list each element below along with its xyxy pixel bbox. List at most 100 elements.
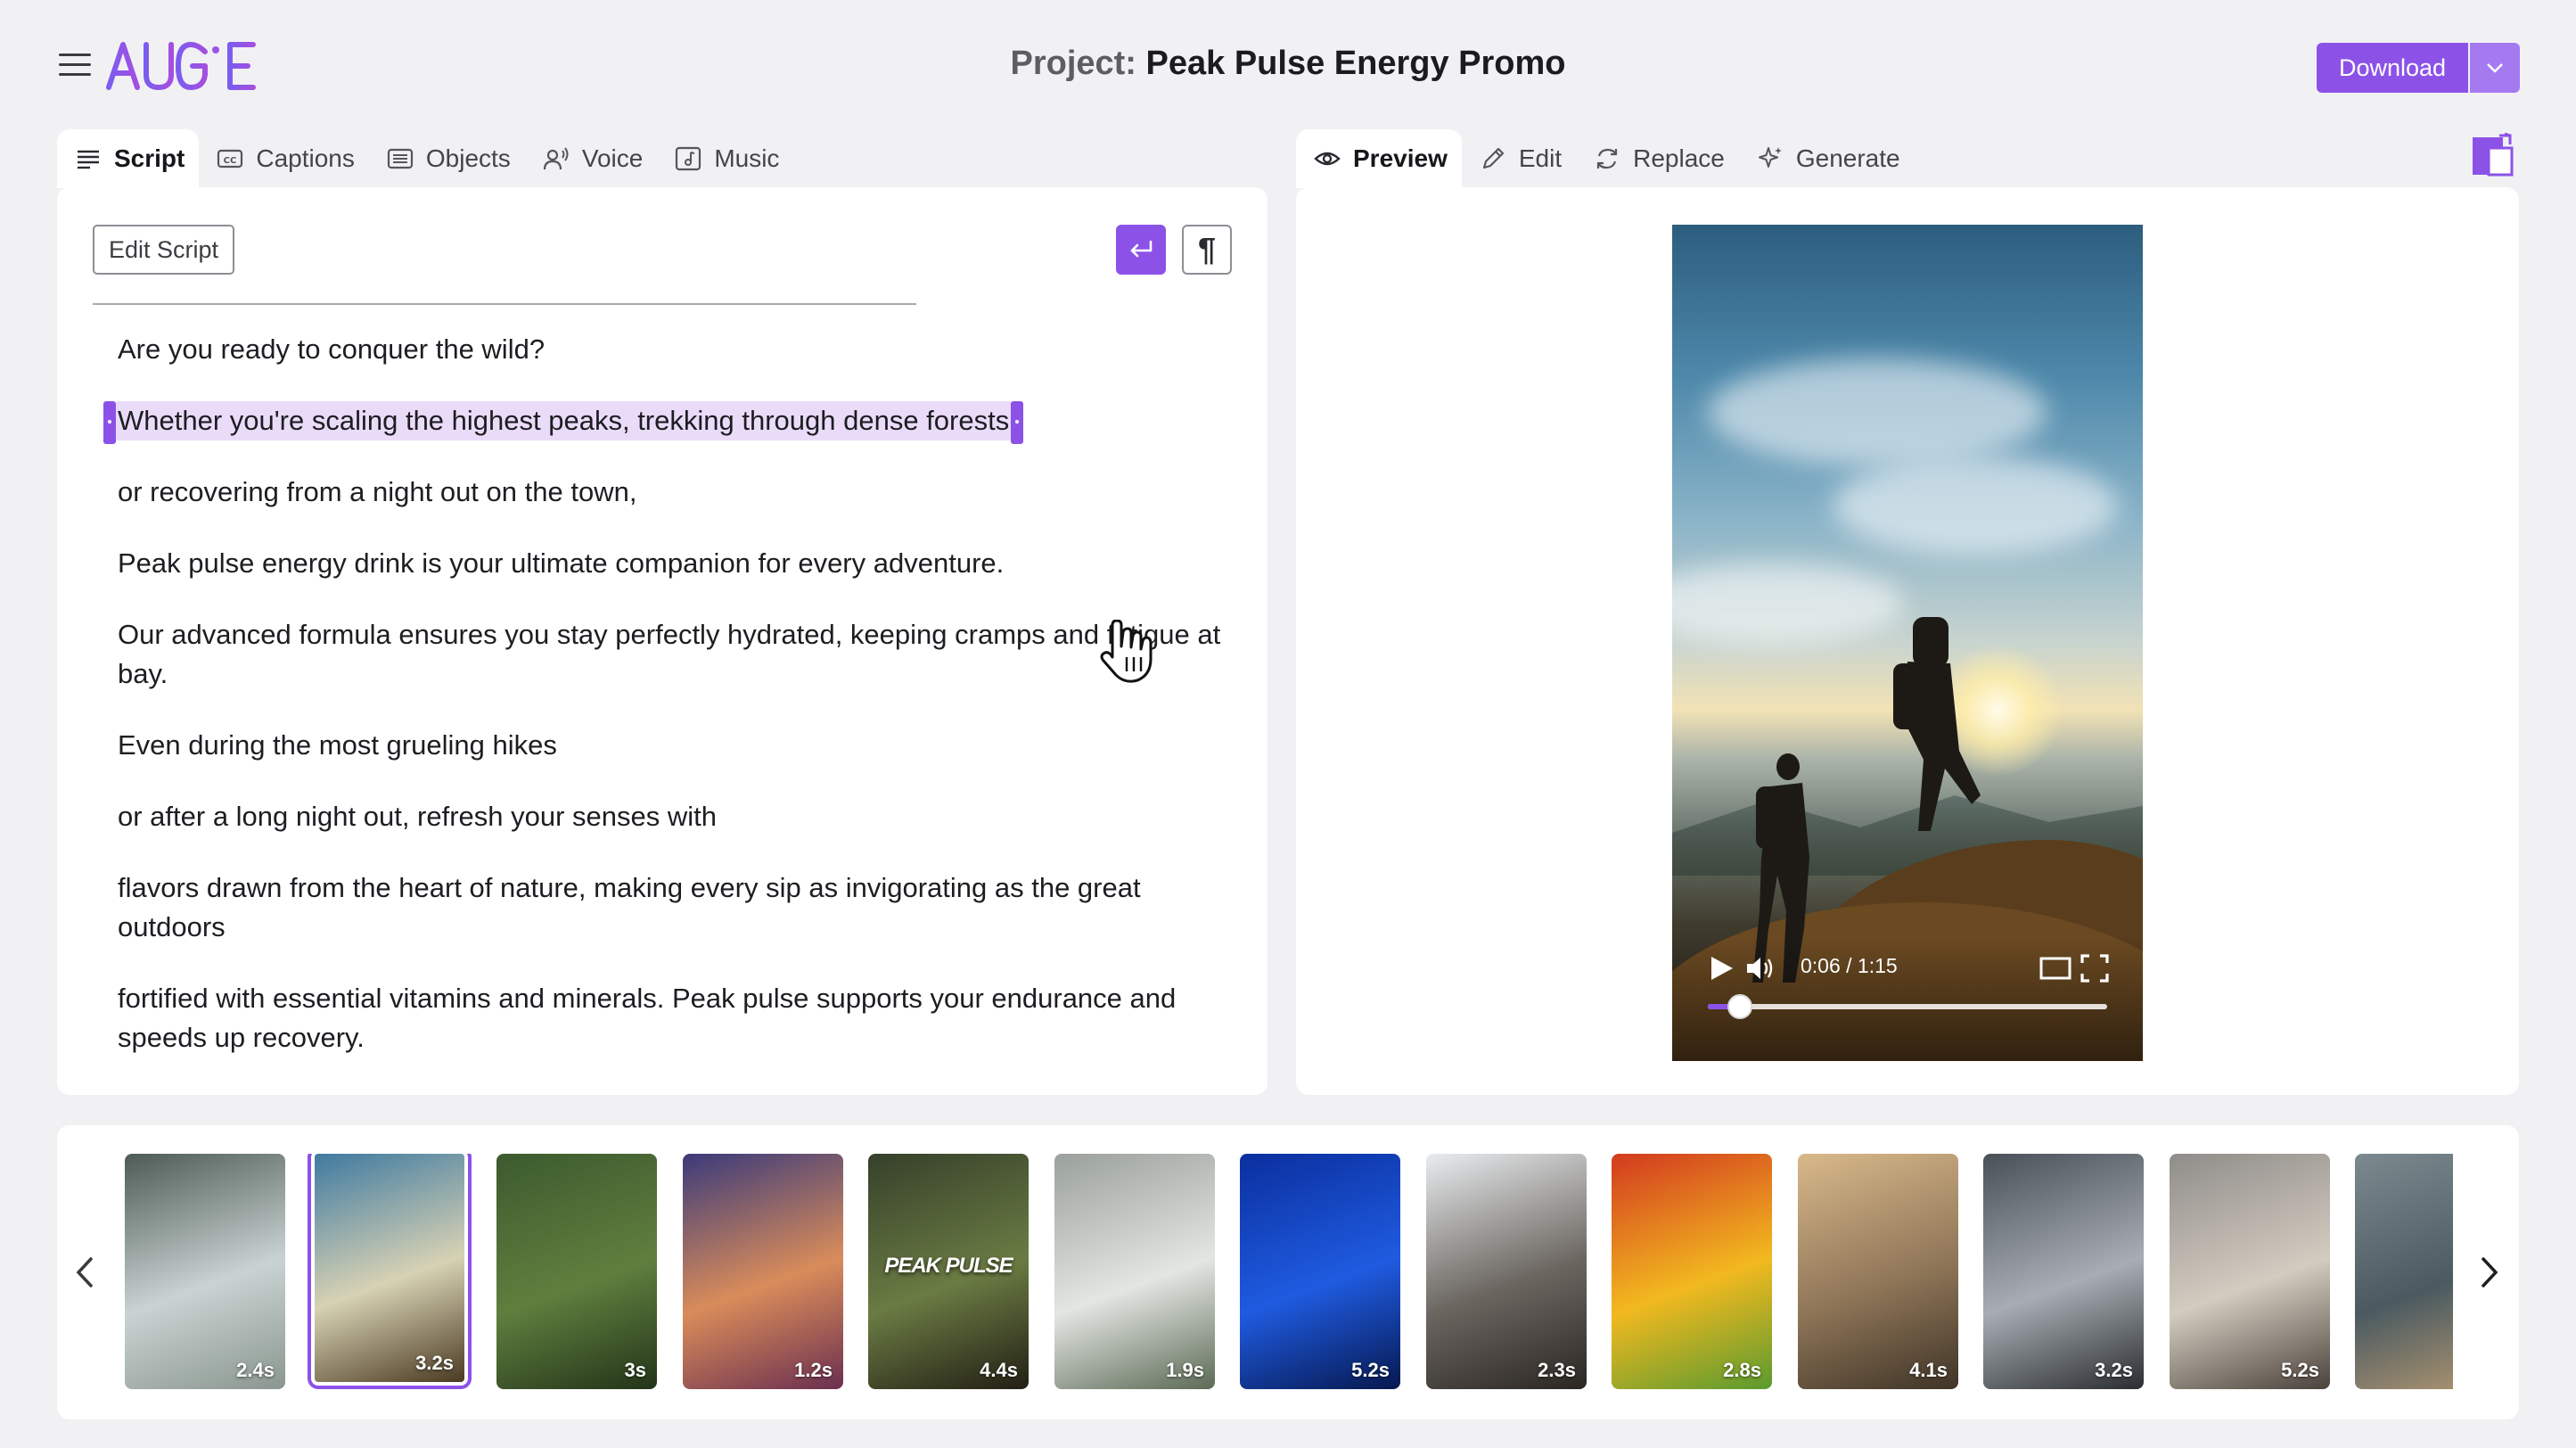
download-split-button: Download [2317,43,2520,93]
script-line[interactable]: flavors drawn from the heart of nature, … [118,868,1241,947]
seek-handle[interactable] [1727,994,1752,1019]
clip-thumbnail[interactable]: 1.9s [1054,1154,1215,1389]
hikers-silhouette [1752,617,1981,983]
clip-thumbnail[interactable]: 5.2s [2170,1154,2330,1389]
clip-duration: 3s [624,1359,646,1381]
script-tabs: Script CC Captions Objects Voice Music [57,129,793,188]
clip-duration: 4.1s [1909,1359,1948,1381]
cloud [1833,457,2118,555]
preview-tabs: Preview Edit Replace Generate [1296,129,1915,188]
divider [93,303,916,305]
fullscreen-icon[interactable] [2080,954,2109,983]
selection-start-handle[interactable] [103,401,116,444]
chevron-left-icon[interactable] [66,1250,105,1295]
clip-duration: 5.2s [2281,1359,2319,1381]
script-line[interactable]: or recovering from a night out on the to… [118,473,1241,512]
line-break-toggle[interactable] [1116,225,1166,275]
clip-duration: 1.2s [794,1359,833,1381]
clip-thumbnail[interactable]: 2.4s [125,1154,285,1389]
clip-thumbnail[interactable]: 4.1s [1798,1154,1958,1389]
clip-duration: 2.8s [1723,1359,1761,1381]
clip-strip: 2.4s 3.2s 3s 1.2s PEAK PULSE 4.4s 1.9s 5.2s 2.3s… [125,1154,2453,1391]
tab-script[interactable]: Script [57,129,200,188]
cc-icon: CC [217,149,243,169]
chevron-right-icon[interactable] [2469,1250,2508,1295]
tab-replace[interactable]: Replace [1576,129,1739,188]
download-options-button[interactable] [2470,43,2520,93]
voice-icon [543,147,569,170]
video-player[interactable]: 0:06 / 1:15 [1672,225,2143,1061]
tab-preview[interactable]: Preview [1296,129,1462,188]
tab-music[interactable]: Music [657,129,793,188]
clip-duration: 2.4s [236,1359,275,1381]
script-text: Are you ready to conquer the wild? Wheth… [103,330,1241,1090]
tab-label: Music [714,144,780,172]
chevron-down-icon [2487,63,2503,73]
selected-line-text: Whether you're scaling the highest peaks… [118,405,1010,436]
clip-brand-text: PEAK PULSE [884,1254,1013,1278]
clip-duration: 2.3s [1538,1359,1576,1381]
page-title: Project: Peak Pulse Energy Promo [0,45,2576,83]
eye-icon [1314,152,1341,166]
svg-text:CC: CC [224,156,237,166]
clip-thumbnail[interactable]: 3.2s [1983,1154,2144,1389]
selection-end-handle[interactable] [1011,401,1024,444]
clip-thumbnail[interactable]: 1.2s [683,1154,843,1389]
project-label: Project: [1010,45,1136,82]
tab-voice[interactable]: Voice [525,129,658,188]
clip-duration: 5.2s [1351,1359,1390,1381]
edit-script-button[interactable]: Edit Script [93,225,235,275]
tab-label: Generate [1795,144,1900,172]
clip-thumbnail[interactable]: PEAK PULSE 4.4s [868,1154,1029,1389]
tab-objects[interactable]: Objects [369,129,525,188]
tab-label: Voice [581,144,644,172]
playback-time: 0:06 / 1:15 [1801,954,1898,977]
layout-toggle-icon[interactable] [2469,132,2515,178]
clip-duration: 3.2s [415,1352,454,1374]
tab-label: Preview [1353,144,1448,172]
script-line[interactable]: fortified with essential vitamins and mi… [118,979,1241,1057]
script-line[interactable]: Our advanced formula ensures you stay pe… [118,615,1241,694]
script-panel: Edit Script ¶ Are you ready to conquer t… [57,187,1267,1095]
hand-cursor-icon [1100,620,1153,683]
clip-thumbnail[interactable] [2355,1154,2453,1389]
clip-duration: 1.9s [1166,1359,1204,1381]
sparkle-icon [1758,147,1782,168]
tab-label: Objects [425,144,511,172]
tab-generate[interactable]: Generate [1739,129,1915,188]
seek-bar[interactable] [1708,994,2107,1019]
script-line[interactable]: Are you ready to conquer the wild? [118,330,1241,369]
download-button[interactable]: Download [2317,43,2468,93]
paragraph-toggle[interactable]: ¶ [1182,225,1232,275]
volume-icon[interactable] [1745,955,1776,982]
clip-thumbnail[interactable]: 5.2s [1240,1154,1400,1389]
tab-captions[interactable]: CC Captions [199,129,369,188]
clip-duration: 3.2s [2095,1359,2133,1381]
enter-icon [1130,240,1153,258]
clip-thumbnail[interactable]: 2.8s [1612,1154,1772,1389]
theater-mode-icon[interactable] [2039,956,2071,981]
app-header: Project: Peak Pulse Energy Promo Downloa… [0,0,2576,134]
script-line[interactable]: Peak pulse energy drink is your ultimate… [118,544,1241,583]
music-icon [676,146,701,171]
cloud [1708,358,2047,465]
list-icon [387,148,413,169]
clip-thumbnail[interactable]: 3s [496,1154,657,1389]
tab-edit[interactable]: Edit [1462,129,1576,188]
script-line-selected[interactable]: Whether you're scaling the highest peaks… [103,401,1024,444]
align-left-icon [78,150,99,169]
script-line[interactable]: or after a long night out, refresh your … [118,797,1241,836]
tab-label: Script [114,144,185,172]
clip-duration: 4.4s [980,1359,1018,1381]
clip-timeline: 2.4s 3.2s 3s 1.2s PEAK PULSE 4.4s 1.9s 5.2s 2.3s… [57,1125,2519,1419]
swap-icon [1597,148,1618,169]
script-line[interactable]: Even during the most grueling hikes [118,726,1241,765]
tab-label: Edit [1518,144,1563,172]
project-name: Peak Pulse Energy Promo [1145,45,1566,82]
tab-label: Replace [1633,144,1725,172]
pencil-icon [1482,147,1504,169]
clip-thumbnail[interactable]: 3.2s [308,1154,472,1389]
play-icon[interactable] [1708,955,1735,982]
clip-thumbnail[interactable]: 2.3s [1426,1154,1587,1389]
tab-label: Captions [256,144,355,172]
